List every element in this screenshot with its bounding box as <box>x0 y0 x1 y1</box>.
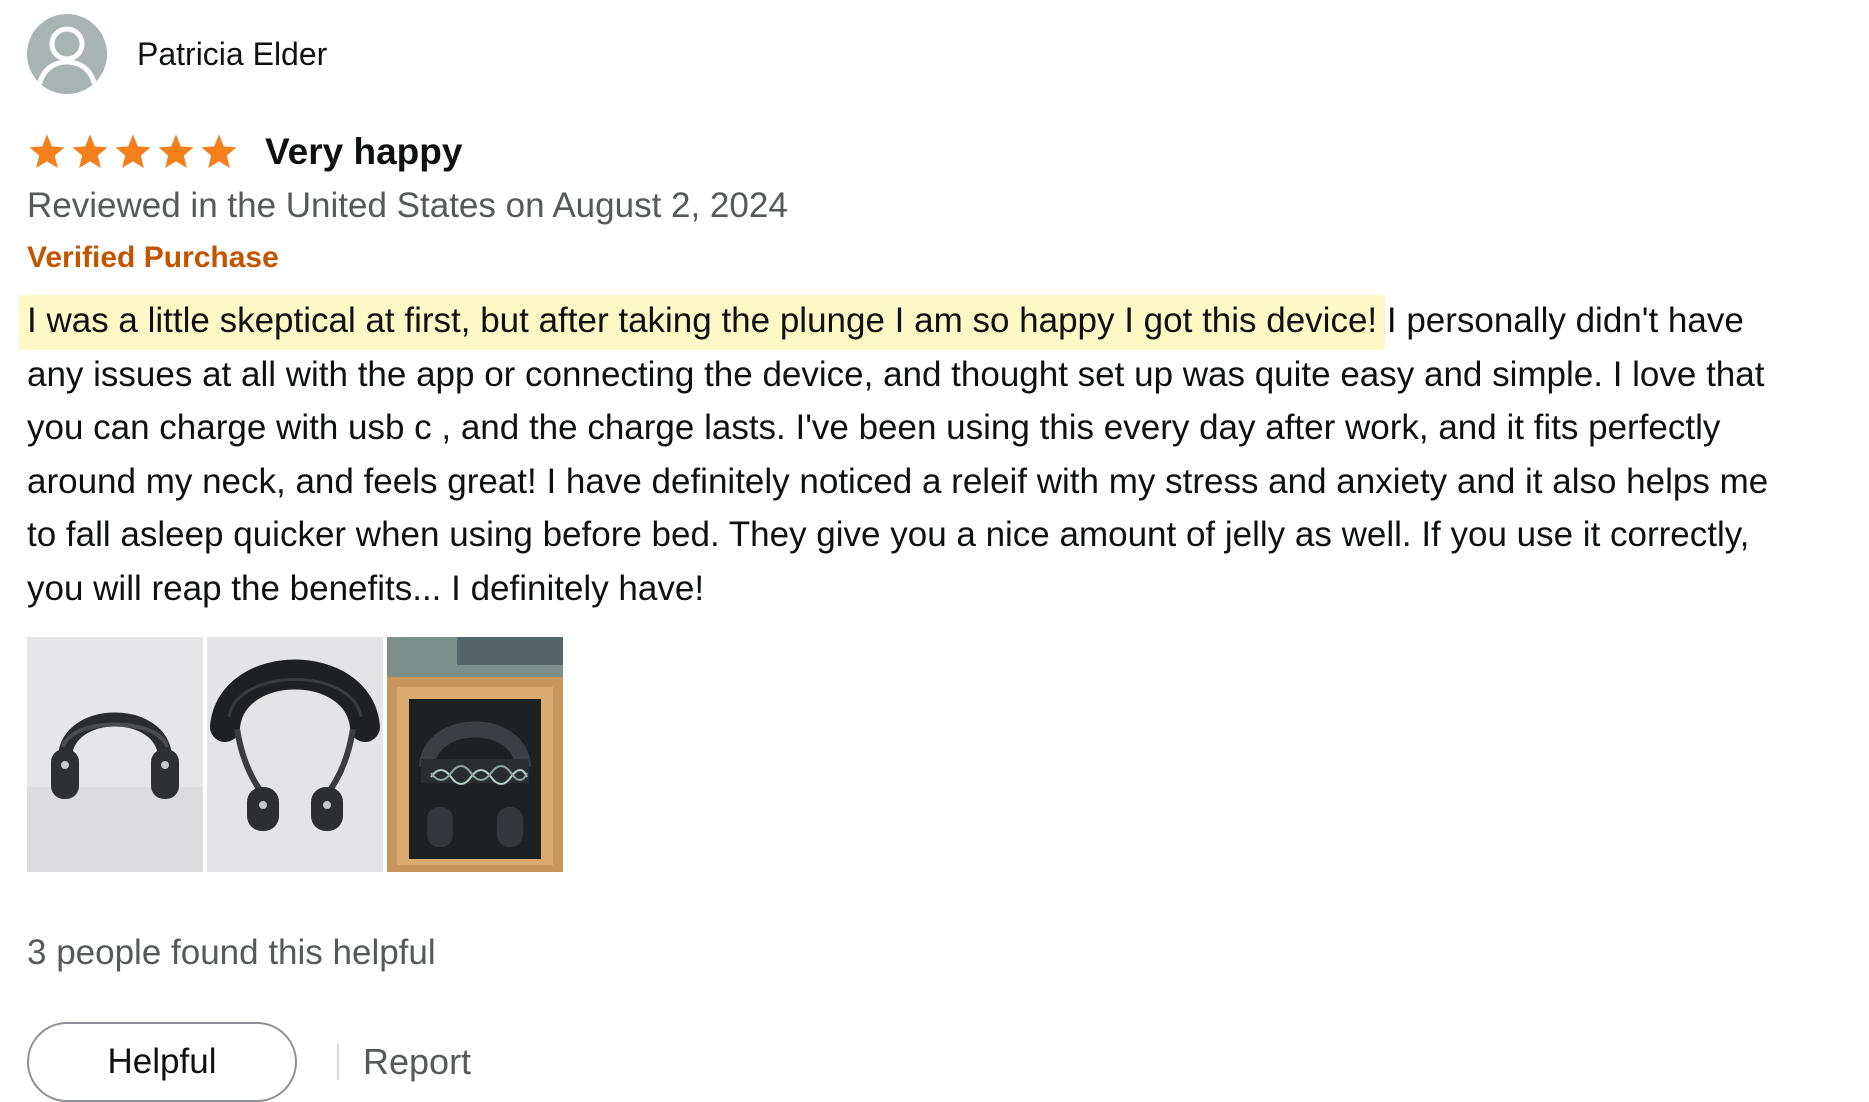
review-card: Patricia Elder Very happy Reviewed in th… <box>27 14 1807 1102</box>
review-image-3[interactable] <box>387 637 563 872</box>
star-icon <box>201 134 237 168</box>
verified-purchase-badge[interactable]: Verified Purchase <box>27 238 1807 278</box>
review-title[interactable]: Very happy <box>265 131 462 173</box>
helpful-button[interactable]: Helpful <box>27 1022 297 1102</box>
review-body: I was a little skeptical at first, but a… <box>27 294 1797 615</box>
review-title-row: Very happy <box>27 130 1807 174</box>
report-link[interactable]: Report <box>363 1041 471 1083</box>
avatar[interactable] <box>27 14 107 94</box>
helpful-count: 3 people found this helpful <box>27 933 436 972</box>
review-images <box>27 637 1807 872</box>
highlighted-text: I was a little skeptical at first, but a… <box>27 295 1378 350</box>
action-divider <box>337 1044 339 1080</box>
review-date: Reviewed in the United States on August … <box>27 186 788 225</box>
star-icon <box>29 134 65 168</box>
review-image-1[interactable] <box>27 637 203 872</box>
reviewer-profile[interactable]: Patricia Elder <box>27 14 1807 94</box>
default-user-avatar-icon <box>36 26 98 87</box>
star-icon <box>115 134 151 168</box>
star-icon <box>72 134 108 168</box>
review-actions: Helpful Report <box>27 1022 1807 1102</box>
star-icon <box>158 134 194 168</box>
review-image-2[interactable] <box>207 637 383 872</box>
star-rating[interactable] <box>27 132 239 172</box>
reviewer-name[interactable]: Patricia Elder <box>137 36 327 73</box>
